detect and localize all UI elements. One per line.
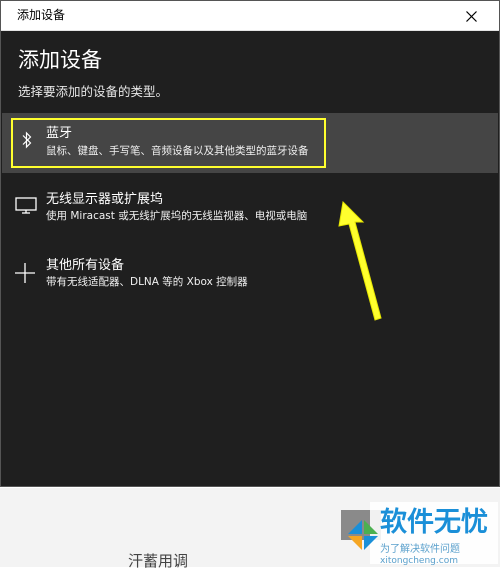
page-title: 添加设备 [18, 48, 102, 72]
watermark-subtitle: 为了解决软件问题 [380, 544, 460, 555]
monitor-icon [15, 197, 37, 214]
option-everything-else-label: 其他所有设备 [46, 258, 125, 273]
add-device-dialog: 添加设备 添加设备 选择要添加的设备的类型。 蓝牙 鼠标、键盘、手写笔、音频设备… [0, 0, 500, 487]
logo-icon [348, 520, 378, 550]
option-everything-else-desc: 带有无线适配器、DLNA 等的 Xbox 控制器 [46, 276, 248, 288]
arrow-annotation [338, 200, 382, 321]
plus-icon [15, 263, 35, 283]
window-title: 添加设备 [17, 8, 66, 22]
option-bluetooth-desc: 鼠标、键盘、手写笔、音频设备以及其他类型的蓝牙设备 [46, 145, 309, 157]
option-wireless-display-desc: 使用 Miracast 或无线扩展坞的无线监视器、电视或电脑 [46, 210, 308, 222]
bluetooth-icon [22, 131, 32, 149]
option-wireless-display-label: 无线显示器或扩展坞 [46, 192, 164, 207]
option-bluetooth-label: 蓝牙 [46, 126, 73, 141]
watermark-url: xitongcheng.com [380, 556, 458, 566]
watermark-title: 软件无忧 [380, 507, 488, 538]
page-subtitle: 选择要添加的设备的类型。 [18, 84, 169, 99]
option-wireless-display[interactable]: 无线显示器或扩展坞 使用 Miracast 或无线扩展坞的无线监视器、电视或电脑 [2, 183, 498, 233]
close-button[interactable] [449, 3, 493, 29]
close-icon [465, 10, 477, 22]
option-bluetooth[interactable]: 蓝牙 鼠标、键盘、手写笔、音频设备以及其他类型的蓝牙设备 [2, 113, 498, 173]
option-everything-else[interactable]: 其他所有设备 带有无线适配器、DLNA 等的 Xbox 控制器 [2, 249, 498, 299]
title-bar: 添加设备 [1, 1, 499, 31]
